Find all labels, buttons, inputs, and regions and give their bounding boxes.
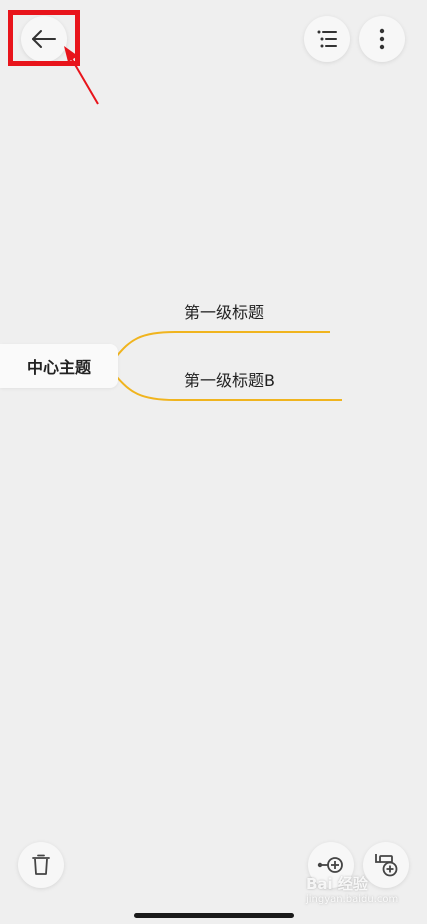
branch-topic-2[interactable]: 第一级标题B	[184, 367, 275, 391]
annotation-arrow-icon	[64, 46, 99, 105]
trash-icon	[31, 854, 51, 876]
delete-button[interactable]	[18, 842, 64, 888]
watermark-text: Bai 经验	[306, 875, 368, 893]
central-topic-node[interactable]: 中心主题	[0, 344, 118, 388]
watermark-subtext: jingyan.baidu.com	[306, 894, 399, 905]
outline-button[interactable]	[304, 16, 350, 62]
more-vertical-icon	[379, 28, 385, 50]
home-indicator[interactable]	[134, 913, 294, 918]
central-topic-label: 中心主题	[26, 358, 91, 377]
mindmap-branch-lines	[115, 331, 342, 401]
outline-list-icon	[316, 29, 338, 49]
watermark: Bai 经验 jingyan.baidu.com	[306, 876, 416, 916]
add-sibling-node-icon	[317, 854, 345, 876]
branch-line-1	[115, 331, 330, 358]
more-options-button[interactable]	[359, 16, 405, 62]
add-child-node-icon	[373, 852, 399, 878]
branch-topic-1[interactable]: 第一级标题	[184, 299, 264, 323]
